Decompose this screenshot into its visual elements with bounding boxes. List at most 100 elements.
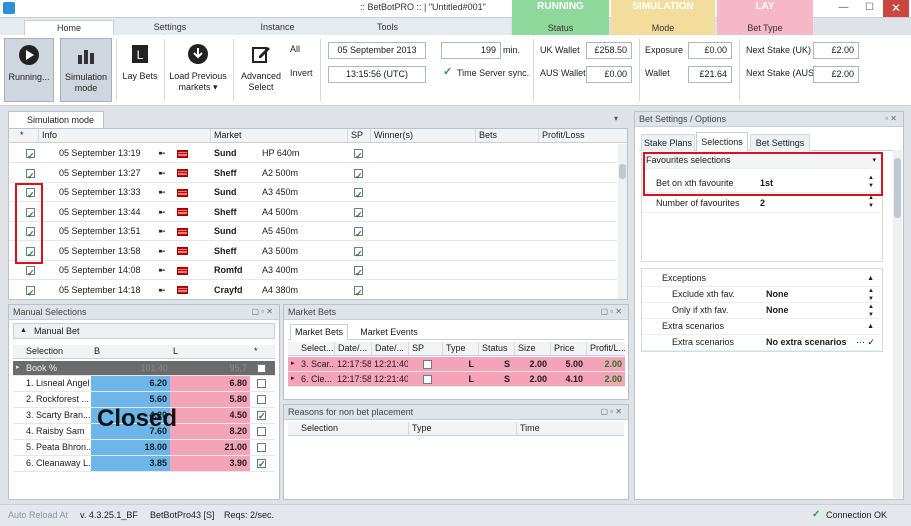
bet-row[interactable]: ▸ 6. Cle... 12:17:58 12:21:40 L S 2.00 4.10 2.00 xyxy=(288,372,625,387)
table-row[interactable]: 05 September 13:51 ➼ Sund A5 450m xyxy=(9,222,617,241)
lay-price[interactable]: 8.20 xyxy=(170,424,250,439)
scrollbar[interactable] xyxy=(893,150,902,498)
window-control-icons[interactable]: ▢ ▫ ✕ xyxy=(600,305,622,319)
close-button[interactable]: ✕ xyxy=(883,0,909,17)
col-bets[interactable]: Bets xyxy=(475,129,535,142)
exclude-value[interactable]: None xyxy=(766,287,789,302)
lay-price[interactable]: 21.00 xyxy=(170,440,250,455)
dropdown-arrow-icon[interactable]: ▾ xyxy=(614,114,618,123)
date-field[interactable]: 05 September 2013 xyxy=(328,42,426,59)
window-control-icons[interactable]: ▢ ▫ ✕ xyxy=(251,305,273,319)
back-price[interactable]: 6.20 xyxy=(91,376,170,391)
table-row[interactable]: 05 September 13:33 ➼ Sund A3 450m xyxy=(9,183,617,202)
runner-checkbox[interactable] xyxy=(254,456,268,471)
table-row[interactable]: 05 September 13:19 ➼ Sund HP 640m xyxy=(9,144,617,163)
scrollbar[interactable] xyxy=(618,144,627,299)
minutes-field[interactable]: 199 xyxy=(441,42,501,59)
only-if-row[interactable]: Only if xth fav. None ▲ ▼ xyxy=(642,303,880,319)
collapse-icon[interactable]: ▲ xyxy=(867,271,874,286)
exceptions-header[interactable]: Exceptions ▲ xyxy=(642,271,880,287)
auto-reload-label[interactable]: Auto Reload At xyxy=(8,505,68,525)
minimize-button[interactable]: — xyxy=(830,0,857,17)
bet-sp-checkbox[interactable] xyxy=(420,372,434,386)
simulation-mode-tab[interactable]: Simulation mode xyxy=(8,111,104,128)
next-stake-aus-field[interactable]: £2.00 xyxy=(813,66,859,83)
bet-row[interactable]: ▸ 3. Scar... 12:17:58 12:21:40 L S 2.00 5.00 2.0… xyxy=(288,357,625,372)
selection-row[interactable]: 5. Peata Bhron... 18.00 21.00 xyxy=(13,440,275,456)
table-row[interactable]: 05 September 13:44 ➼ Sheff A4 500m xyxy=(9,203,617,222)
row-sp-checkbox[interactable] xyxy=(351,281,367,299)
selection-row[interactable]: 1. Lisneal Angel 6.20 6.80 xyxy=(13,376,275,392)
spinner-icon[interactable]: ▲ ▼ xyxy=(868,303,874,319)
table-row[interactable]: 05 September 14:08 ➼ Romfd A3 400m xyxy=(9,261,617,280)
maximize-button[interactable]: ☐ xyxy=(856,0,883,17)
mode-simulation[interactable]: SIMULATION Mode xyxy=(611,0,715,35)
collapse-icon[interactable]: ▲ xyxy=(20,324,27,338)
manual-bet-group[interactable]: ▲ Manual Bet xyxy=(13,323,275,339)
book-check[interactable] xyxy=(254,361,268,375)
tab-market-events[interactable]: Market Events xyxy=(354,325,424,340)
mode-running[interactable]: RUNNING Status xyxy=(512,0,609,35)
only-if-value[interactable]: None xyxy=(766,303,789,318)
pin-close-icons[interactable]: ▫ ✕ xyxy=(885,112,897,126)
time-field[interactable]: 13:15:56 (UTC) xyxy=(328,66,426,83)
invert-button[interactable]: Invert xyxy=(290,66,313,81)
tab-instance[interactable]: Instance xyxy=(240,20,315,35)
extra-row[interactable]: Extra scenarios No extra scenarios ⋯ ✓ xyxy=(642,335,880,351)
lay-bets-button[interactable]: L Lay Bets xyxy=(119,38,161,102)
table-row[interactable]: 05 September 13:27 ➼ Sheff A2 500m xyxy=(9,164,617,183)
spinner-icon[interactable]: ▲ ▼ xyxy=(868,194,874,210)
exclude-row[interactable]: Exclude xth fav. None ▲ ▼ xyxy=(642,287,880,303)
lay-price[interactable]: 6.80 xyxy=(170,376,250,391)
row-sp-checkbox[interactable] xyxy=(351,164,367,182)
row-sp-checkbox[interactable] xyxy=(351,144,367,162)
next-stake-uk-field[interactable]: £2.00 xyxy=(813,42,859,59)
col-winners[interactable]: Winner(s) xyxy=(370,129,470,142)
tab-stake-plans[interactable]: Stake Plans xyxy=(641,134,695,151)
selection-row[interactable]: 6. Cleanaway L... 3.85 3.90 xyxy=(13,456,275,472)
lay-price[interactable]: 5.80 xyxy=(170,392,250,407)
runner-checkbox[interactable] xyxy=(254,424,268,439)
col-info[interactable]: Info xyxy=(38,129,138,142)
ellipsis-check-icon[interactable]: ⋯ ✓ xyxy=(856,335,875,350)
tab-home[interactable]: Home xyxy=(24,20,114,35)
scrollbar-thumb[interactable] xyxy=(894,158,901,218)
simulation-mode-button[interactable]: Simulation mode xyxy=(60,38,112,102)
mode-lay[interactable]: LAY Bet Type xyxy=(717,0,813,35)
row-sp-checkbox[interactable] xyxy=(351,203,367,221)
all-button[interactable]: All xyxy=(290,42,300,57)
extra-value[interactable]: No extra scenarios xyxy=(766,335,847,350)
spinner-icon[interactable]: ▲ ▼ xyxy=(868,287,874,303)
num-favourites-value[interactable]: 2 xyxy=(760,195,765,212)
table-row[interactable]: 05 September 14:18 ➼ Crayfd A4 380m xyxy=(9,281,617,299)
row-checkbox[interactable] xyxy=(23,144,37,162)
lay-price[interactable]: 4.50 xyxy=(170,408,250,423)
time-server-sync-button[interactable]: Time Server sync. xyxy=(457,66,529,81)
row-sp-checkbox[interactable] xyxy=(351,242,367,260)
runner-checkbox[interactable] xyxy=(254,376,268,391)
tab-bet-settings[interactable]: Bet Settings xyxy=(750,134,810,151)
col-market[interactable]: Market xyxy=(210,129,340,142)
back-price[interactable]: 3.85 xyxy=(91,456,170,471)
back-price[interactable]: 18.00 xyxy=(91,440,170,455)
row-checkbox[interactable] xyxy=(23,281,37,299)
row-sp-checkbox[interactable] xyxy=(351,222,367,240)
extra-header[interactable]: Extra scenarios ▲ xyxy=(642,319,880,335)
tab-market-bets[interactable]: Market Bets xyxy=(290,324,348,340)
running-button[interactable]: Running... xyxy=(4,38,54,102)
tab-selections[interactable]: Selections xyxy=(696,132,748,151)
tab-settings[interactable]: Settings xyxy=(130,20,210,35)
scrollbar-thumb[interactable] xyxy=(619,164,626,179)
bet-sp-checkbox[interactable] xyxy=(420,357,434,371)
row-checkbox[interactable] xyxy=(23,164,37,182)
window-control-icons[interactable]: ▢ ▫ ✕ xyxy=(600,405,622,419)
runner-checkbox[interactable] xyxy=(254,408,268,423)
load-previous-markets-button[interactable]: Load Previous markets ▾ xyxy=(167,38,229,102)
runner-checkbox[interactable] xyxy=(254,440,268,455)
table-row[interactable]: 05 September 13:58 ➼ Sheff A3 500m xyxy=(9,242,617,261)
collapse-icon[interactable]: ▲ xyxy=(867,319,874,334)
advanced-select-button[interactable]: Advanced Select xyxy=(236,38,286,102)
num-favourites-row[interactable]: Number of favourites 2 ▲ ▼ xyxy=(642,195,880,213)
lay-price[interactable]: 3.90 xyxy=(170,456,250,471)
tab-tools[interactable]: Tools xyxy=(350,20,425,35)
